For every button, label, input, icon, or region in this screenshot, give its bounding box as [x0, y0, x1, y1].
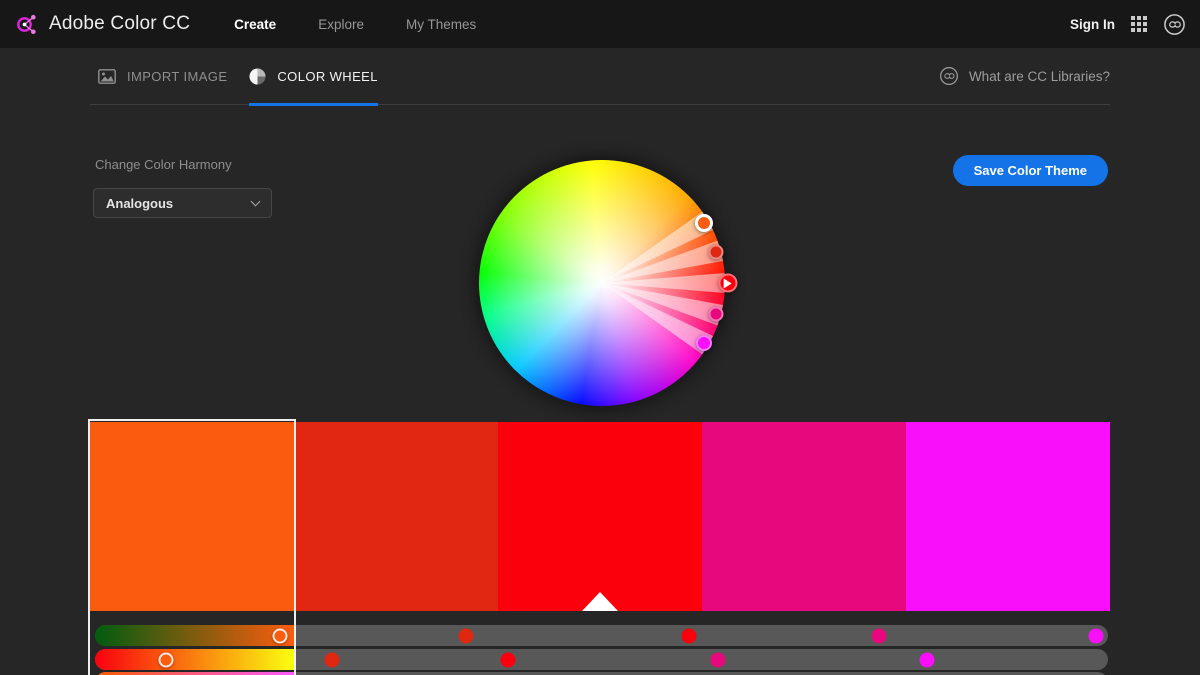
cc-libraries-label: What are CC Libraries? [969, 69, 1110, 84]
slider-value-dot [458, 628, 473, 643]
nav-create[interactable]: Create [234, 17, 276, 32]
color-swatch-2[interactable] [294, 422, 498, 611]
tab-color-wheel-label: COLOR WHEEL [277, 69, 377, 84]
harmony-rays [479, 160, 725, 406]
nav-my-themes[interactable]: My Themes [406, 17, 476, 32]
chevron-down-icon [251, 197, 261, 207]
color-swatch-3[interactable] [498, 422, 702, 611]
wheel-marker-5[interactable] [696, 335, 712, 351]
slider-gradient-segment [95, 649, 294, 670]
slider-handle[interactable] [273, 628, 288, 643]
topbar-right: Sign In [1070, 13, 1186, 36]
app-title: Adobe Color CC [49, 13, 190, 35]
tab-import-image-label: IMPORT IMAGE [127, 69, 227, 84]
adobe-color-app: Adobe Color CC Create Explore My Themes … [0, 0, 1200, 675]
cc-libraries-link[interactable]: What are CC Libraries? [939, 48, 1110, 104]
base-marker-arrow-icon [723, 278, 731, 288]
color-wheel[interactable] [479, 160, 725, 406]
color-swatch-1[interactable] [90, 422, 294, 611]
slider-track-green[interactable] [95, 649, 1108, 670]
import-image-icon [98, 69, 116, 84]
slider-value-dot [325, 652, 340, 667]
swatch-row [90, 422, 1110, 611]
tab-color-wheel[interactable]: COLOR WHEEL [249, 48, 377, 104]
slider-value-dot [710, 652, 725, 667]
creative-cloud-icon[interactable] [1163, 13, 1186, 36]
save-color-theme-button[interactable]: Save Color Theme [953, 155, 1108, 186]
slider-gradient-segment [95, 625, 294, 646]
color-wheel-icon [249, 68, 266, 85]
tab-import-image[interactable]: IMPORT IMAGE [98, 48, 227, 104]
slider-value-dot [872, 628, 887, 643]
slider-handle[interactable] [159, 652, 174, 667]
harmony-selected-value: Analogous [106, 196, 173, 211]
slider-value-dot [1089, 628, 1104, 643]
harmony-label: Change Color Harmony [95, 157, 232, 172]
slider-value-dot [919, 652, 934, 667]
harmony-dropdown[interactable]: Analogous [93, 188, 272, 218]
adobe-color-logo-icon[interactable] [14, 11, 41, 38]
slider-track-red[interactable] [95, 625, 1108, 646]
cc-libraries-icon [939, 66, 959, 86]
sign-in-button[interactable]: Sign In [1070, 17, 1115, 32]
nav-explore[interactable]: Explore [318, 17, 364, 32]
primary-nav: Create Explore My Themes [234, 17, 476, 32]
wheel-marker-1[interactable] [695, 214, 713, 232]
top-bar: Adobe Color CC Create Explore My Themes … [0, 0, 1200, 48]
color-swatch-4[interactable] [702, 422, 906, 611]
wheel-marker-3[interactable] [719, 274, 738, 293]
slider-value-dot [501, 652, 516, 667]
color-swatch-5[interactable] [906, 422, 1110, 611]
wheel-marker-2[interactable] [709, 245, 724, 260]
base-color-indicator [582, 592, 618, 611]
slider-value-dot [682, 628, 697, 643]
wheel-marker-4[interactable] [709, 307, 724, 322]
apps-grid-icon[interactable] [1131, 16, 1147, 32]
tabs: IMPORT IMAGE COLOR WHEEL [90, 48, 378, 104]
tab-bar: IMPORT IMAGE COLOR WHEEL What are CC Lib… [90, 48, 1110, 105]
